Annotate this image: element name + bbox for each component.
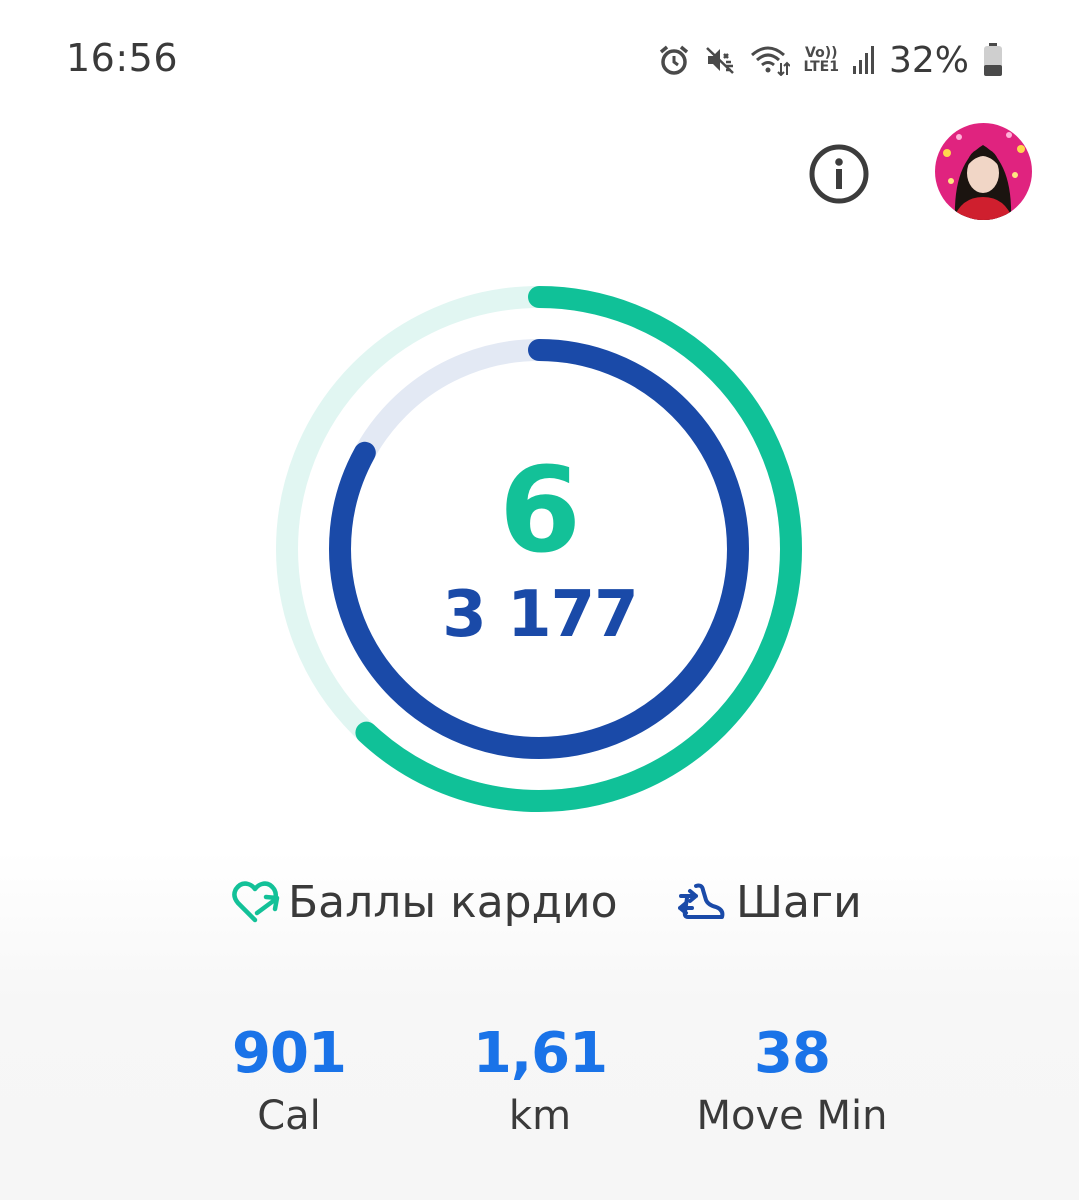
info-button[interactable] [807,142,871,206]
steps-value: 3 177 [442,578,638,652]
heart-points-icon [232,881,280,923]
heart-points-value: 6 [498,441,582,579]
mute-vibrate-icon [704,44,736,76]
steps-icon [678,883,725,919]
move-minutes-value: 38 [754,1021,831,1086]
status-bar: 16:56 Vo)) LTE1 32% [0,0,1079,120]
profile-avatar[interactable] [935,123,1032,220]
info-icon [809,144,869,204]
alarm-icon [658,44,690,76]
move-minutes-label: Move Min [696,1093,888,1139]
profile-photo [935,123,1032,220]
steps-label: Шаги [736,876,862,928]
status-time: 16:56 [66,36,179,80]
heart-points-legend[interactable]: Баллы кардио [230,872,618,932]
battery-icon [983,43,1003,77]
move-minutes-stat[interactable]: 38 Move Min [642,1020,942,1144]
heart-points-label: Баллы кардио [288,876,618,928]
battery-percentage: 32% [888,39,969,81]
wifi-icon [750,44,790,76]
signal-icon [852,44,875,76]
volte-icon: Vo)) LTE1 [803,45,839,75]
steps-legend[interactable]: Шаги [678,872,862,932]
status-icons: Vo)) LTE1 32% [658,38,1003,82]
